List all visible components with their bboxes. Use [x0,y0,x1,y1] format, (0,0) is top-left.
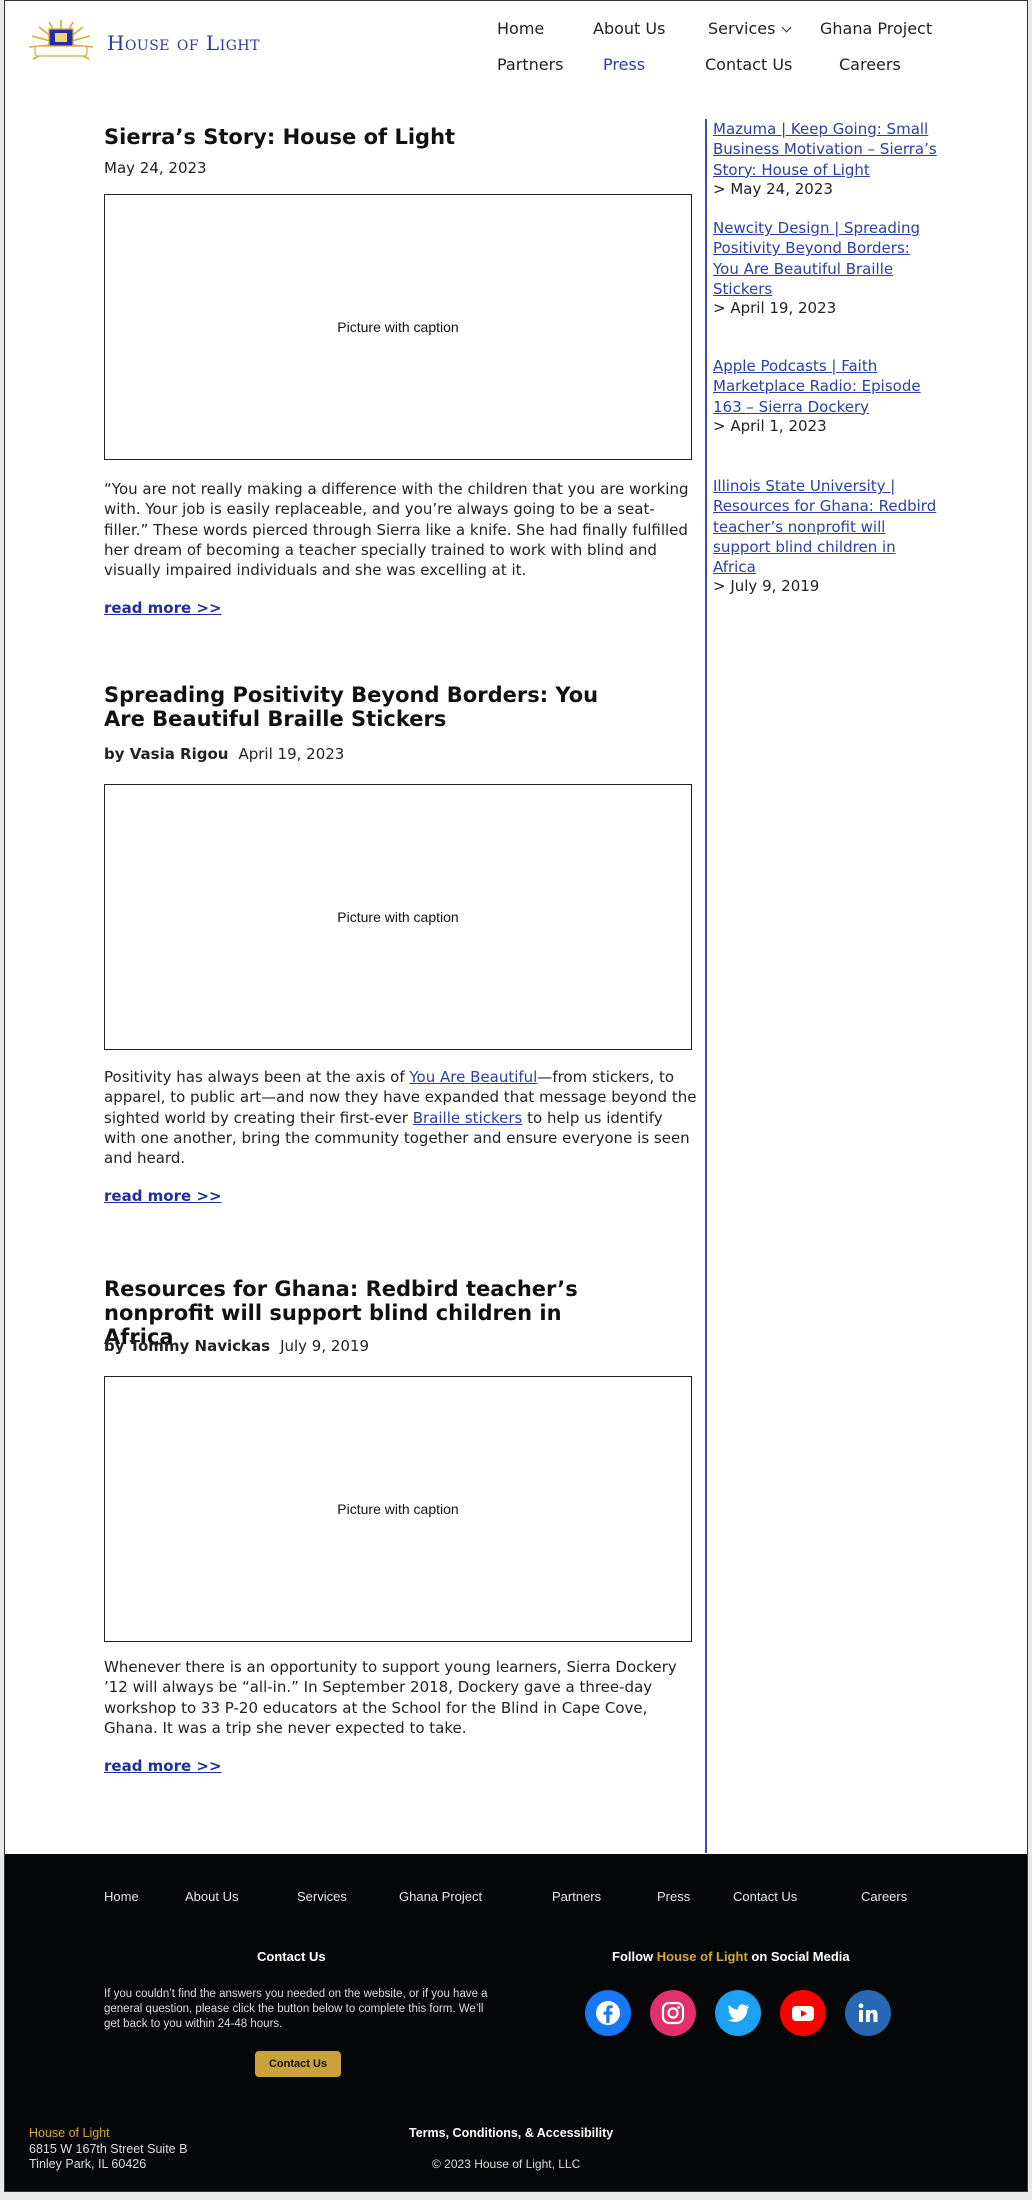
page: House of Light Home About Us Services Gh… [4,0,1028,2192]
address-name: House of Light [29,2126,110,2140]
sidebar-press-date: > April 19, 2023 [713,299,837,317]
footer-nav-about-us[interactable]: About Us [185,1889,238,1904]
nav-services[interactable]: Services [708,19,792,38]
chevron-down-icon [782,22,792,33]
image-caption: Picture with caption [337,909,459,925]
sidebar-press-date: > May 24, 2023 [713,180,833,198]
footer: Home About Us Services Ghana Project Par… [5,1854,1027,2191]
article-date: April 19, 2023 [238,745,345,763]
article-image: Picture with caption [104,784,692,1050]
contact-us-button[interactable]: Contact Us [255,2051,341,2077]
nav-partners[interactable]: Partners [497,55,563,74]
brand-name[interactable]: House of Light [107,31,260,55]
footer-nav-home[interactable]: Home [104,1889,139,1904]
sidebar-press-link[interactable]: Apple Podcasts | Faith Marketplace Radio… [713,356,938,417]
terms-link[interactable]: Terms, Conditions, & Accessibility [409,2126,613,2140]
footer-contact-heading: Contact Us [257,1949,326,1964]
nav-careers[interactable]: Careers [839,55,901,74]
footer-nav-services[interactable]: Services [297,1889,347,1904]
footer-nav-contact-us[interactable]: Contact Us [733,1889,797,1904]
article-excerpt: “You are not really making a difference … [104,480,689,580]
copyright: © 2023 House of Light, LLC [432,2157,581,2171]
article-meta: by Vasia Rigou April 19, 2023 [104,745,344,763]
footer-contact-text: If you couldn’t find the answers you nee… [104,1988,488,2030]
nav-ghana-project[interactable]: Ghana Project [820,19,932,38]
article-excerpt: Whenever there is an opportunity to supp… [104,1658,677,1737]
sidebar-press-date: > July 9, 2019 [713,577,820,595]
read-more-link[interactable]: read more >> [104,1757,222,1775]
address-line-2: Tinley Park, IL 60426 [29,2157,147,2171]
facebook-icon[interactable] [585,1990,631,2036]
footer-nav-press[interactable]: Press [657,1889,690,1904]
article-title[interactable]: Spreading Positivity Beyond Borders: You… [104,683,604,731]
read-more-link[interactable]: read more >> [104,1187,222,1205]
footer-nav-careers[interactable]: Careers [861,1889,907,1904]
youtube-icon[interactable] [780,1990,826,2036]
article-image: Picture with caption [104,1376,692,1642]
follow-brand: House of Light [656,1949,748,1964]
article-author: by Tommy Navickas [104,1337,271,1355]
footer-nav-partners[interactable]: Partners [552,1889,601,1904]
braille-stickers-link[interactable]: Braille stickers [413,1109,523,1127]
image-caption: Picture with caption [337,1501,459,1517]
article-title[interactable]: Sierra’s Story: House of Light [104,125,604,149]
article-excerpt: Positivity has always been at the axis o… [104,1067,698,1168]
article-date: July 9, 2019 [280,1337,370,1355]
twitter-icon[interactable] [715,1990,761,2036]
sidebar-press-date: > April 1, 2023 [713,417,827,435]
follow-text: Follow [612,1949,657,1964]
address-line-1: 6815 W 167th Street Suite B [29,2141,188,2156]
linkedin-icon[interactable] [845,1990,891,2036]
sidebar-press-link[interactable]: Mazuma | Keep Going: Small Business Moti… [713,119,938,180]
follow-text: on Social Media [747,1949,850,1964]
footer-nav-ghana-project[interactable]: Ghana Project [399,1889,482,1904]
article-image: Picture with caption [104,194,692,460]
house-of-light-logo[interactable] [27,19,95,69]
footer-social-heading: Follow House of Light on Social Media [612,1949,850,1964]
article-meta: by Tommy Navickas July 9, 2019 [104,1337,369,1355]
article-author: by Vasia Rigou [104,745,229,763]
nav-services-label: Services [708,19,776,38]
you-are-beautiful-link[interactable]: You Are Beautiful [409,1068,537,1086]
excerpt-text: Positivity has always been at the axis o… [104,1068,410,1086]
nav-about-us[interactable]: About Us [593,19,665,38]
instagram-icon[interactable] [650,1990,696,2036]
footer-address: House of Light 6815 W 167th Street Suite… [29,2126,187,2173]
sidebar-divider [705,119,707,1853]
nav-contact-us[interactable]: Contact Us [705,55,792,74]
sidebar-press-link[interactable]: Illinois State University | Resources fo… [713,476,938,577]
image-caption: Picture with caption [337,319,459,335]
read-more-link[interactable]: read more >> [104,599,222,617]
nav-press[interactable]: Press [603,55,645,74]
nav-home[interactable]: Home [497,19,544,38]
sidebar-press-link[interactable]: Newcity Design | Spreading Positivity Be… [713,218,938,299]
article-date: May 24, 2023 [104,159,207,177]
